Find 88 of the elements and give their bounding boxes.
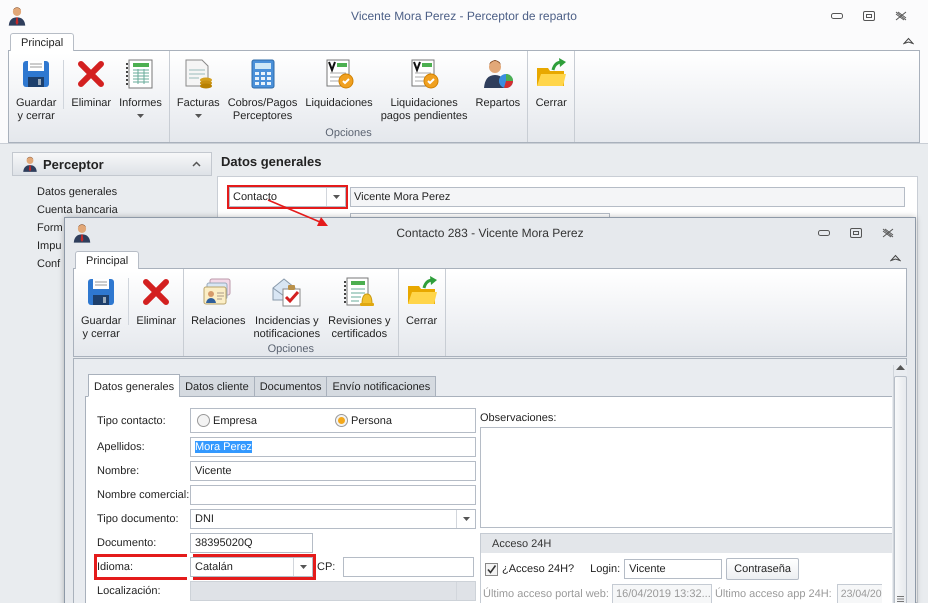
form-tab[interactable]: Documentos [254, 376, 328, 397]
person-icon [6, 5, 28, 27]
scroll-up-icon[interactable] [896, 365, 905, 370]
sidebar-item[interactable]: Conf [37, 255, 60, 273]
grip-icon [897, 596, 904, 602]
dropdown-field[interactable]: Contacto [229, 187, 346, 207]
settlement-button[interactable]: Liquidaciones pagos pendientes [376, 56, 472, 127]
group-header: Acceso 24H [481, 534, 892, 553]
settlement-button[interactable]: Liquidaciones [301, 56, 377, 127]
collapse-ribbon-icon[interactable] [903, 37, 914, 45]
dropdown-field[interactable]: DNI [190, 509, 476, 529]
field-label: Observaciones: [480, 411, 558, 426]
group-caption: Opciones [324, 127, 373, 141]
caret-icon [462, 517, 470, 521]
form-tab[interactable]: Datos generales [88, 374, 180, 397]
caret-icon [332, 195, 340, 199]
caret-icon [194, 114, 202, 118]
field-label: Documento: [97, 536, 158, 551]
chevron-icon[interactable] [192, 161, 201, 167]
minimize-icon [818, 230, 830, 236]
text-field[interactable]: Vicente [190, 461, 476, 481]
close-button[interactable]: Cerrar [402, 274, 442, 341]
field-label: Localización: [97, 584, 162, 599]
text-field[interactable] [190, 485, 476, 505]
radio-button[interactable] [197, 414, 210, 427]
envelope-checklist-icon [270, 276, 303, 308]
save-button[interactable]: Guardar y cerrar [12, 56, 60, 127]
close-icon [882, 228, 894, 238]
person-icon [71, 222, 93, 244]
ribbon-tab[interactable]: Principal [10, 33, 74, 51]
reviews-button[interactable]: Revisiones y certificados [324, 274, 395, 343]
distribution-button[interactable]: Repartos [472, 56, 524, 127]
sidebar-title: Perceptor [43, 156, 105, 172]
password-button[interactable]: Contraseña [726, 558, 800, 580]
section-title: Datos generales [220, 153, 322, 171]
checkbox-label: ¿Acceso 24H? [502, 563, 574, 575]
form-tab[interactable]: Datos cliente [179, 376, 255, 397]
field-label: Nombre comercial: [97, 488, 190, 503]
name-field[interactable]: Vicente Mora Perez [350, 187, 905, 207]
login-field[interactable]: Vicente [624, 559, 722, 579]
form-tab[interactable]: Envío notificaciones [326, 376, 436, 397]
sidebar-item[interactable]: Form [37, 219, 63, 237]
maximize-icon [863, 11, 875, 21]
text-field[interactable]: 38395020Q [190, 533, 313, 553]
date-field: 23/04/20 [836, 584, 882, 603]
radio-label: Persona [351, 414, 392, 426]
field-label: Último acceso portal web: [483, 588, 609, 600]
group-caption: Opciones [266, 343, 316, 356]
calculator-button[interactable]: Cobros/Pagos Perceptores [224, 56, 302, 127]
minimize-icon [831, 13, 843, 19]
report-button[interactable]: Informes [115, 56, 166, 127]
field-label: Tipo contacto: [97, 414, 167, 428]
close-icon [895, 11, 907, 21]
save-button[interactable]: Guardar y cerrar [77, 274, 126, 343]
checkbox[interactable] [485, 562, 498, 576]
radio-label: Empresa [213, 414, 258, 426]
close-button[interactable]: Cerrar [531, 56, 572, 127]
relations-button[interactable]: Relaciones [187, 274, 250, 343]
sidebar-item[interactable]: Impu [37, 237, 62, 255]
field-label: Apellidos: [97, 440, 146, 455]
document-bell-icon [343, 276, 376, 308]
field-label: Nombre: [97, 464, 140, 479]
sidebar-item[interactable]: Datos generales [37, 183, 118, 201]
delete-button[interactable]: Eliminar [67, 56, 116, 127]
text-field[interactable] [343, 557, 474, 577]
caret-icon [300, 565, 306, 569]
person-pie-chart-icon [482, 58, 514, 90]
selected-text: Mora Perez [195, 441, 252, 453]
ribbon-tab[interactable]: Principal [75, 251, 140, 269]
window-title: Contacto 283 - Vicente Mora Perez [396, 226, 584, 240]
radio-button[interactable] [335, 414, 348, 427]
field-label: Tipo documento: [97, 512, 180, 527]
field-label: Último acceso app 24H: [714, 588, 832, 600]
sidebar-item[interactable]: Cuenta bancaria [37, 201, 118, 219]
date-field: 16/04/2019 13:32... [612, 584, 712, 603]
dropdown-field[interactable]: Catalán [190, 557, 313, 577]
invoice-button[interactable]: Facturas [172, 56, 224, 127]
maximize-icon [850, 228, 862, 238]
field-label: Idioma: [97, 557, 190, 577]
incidents-button[interactable]: Incidencias y notificaciones [250, 274, 324, 343]
delete-button[interactable]: Eliminar [132, 274, 180, 343]
field-label: Login: [590, 563, 620, 575]
window-title: Vicente Mora Perez - Perceptor de reparto [351, 9, 577, 23]
person-icon [21, 155, 39, 173]
annotation-arrow [268, 199, 328, 226]
caret-icon [136, 114, 144, 118]
collapse-ribbon-icon[interactable] [890, 254, 901, 262]
field-label: CP: [317, 561, 336, 573]
